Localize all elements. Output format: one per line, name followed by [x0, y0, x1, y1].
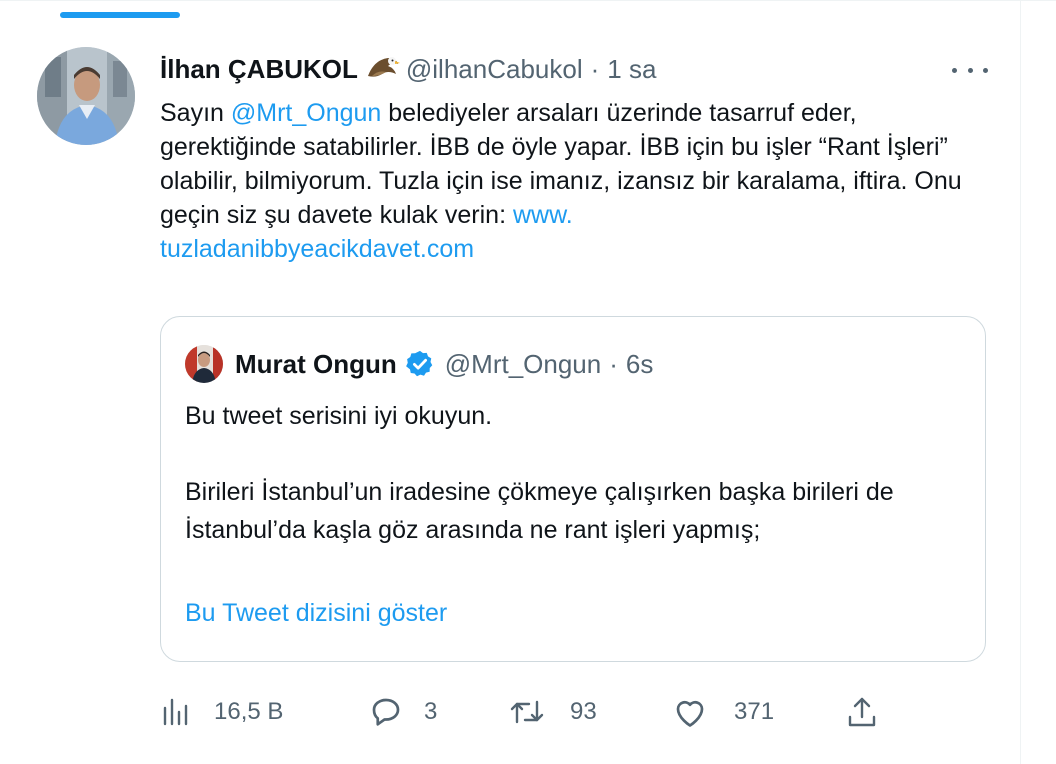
retweet-count: 93 [570, 698, 597, 725]
active-tab-indicator [60, 12, 180, 18]
eagle-emoji-icon [366, 54, 400, 84]
quoted-tweet-card[interactable]: Murat Ongun @Mrt_Ongun · 6s Bu tweet ser… [160, 316, 986, 662]
quoted-author-avatar[interactable] [185, 345, 223, 383]
verified-badge-icon [405, 349, 435, 379]
retweet-action[interactable]: 93 [508, 692, 597, 732]
views-count: 16,5 B [214, 698, 284, 725]
quoted-author-handle[interactable]: @Mrt_Ongun [445, 349, 601, 380]
views-action[interactable]: 16,5 B [160, 692, 283, 732]
tweet-body: Sayın @Mrt_Ongun belediyeler arsaları üz… [160, 96, 990, 266]
right-divider [1020, 0, 1021, 764]
author-avatar[interactable] [37, 47, 135, 145]
like-count: 371 [734, 698, 775, 725]
top-divider [0, 0, 1056, 1]
more-dots-icon[interactable] [952, 60, 988, 80]
quoted-text-line1: Bu tweet serisini iyi okuyun. [185, 402, 493, 430]
tweet-actions-bar: 16,5 B 3 93 371 [160, 692, 890, 732]
reply-count: 3 [424, 698, 438, 725]
share-upload-icon [846, 695, 878, 729]
retweet-icon [508, 696, 546, 728]
show-thread-link[interactable]: Bu Tweet dizisini göster [185, 599, 447, 628]
header-separator: · [590, 53, 600, 84]
author-display-name[interactable]: İlhan ÇABUKOL [160, 54, 358, 85]
quoted-author-display-name[interactable]: Murat Ongun [235, 349, 397, 380]
views-chart-icon [160, 696, 192, 728]
reply-action[interactable]: 3 [368, 692, 437, 732]
like-action[interactable]: 371 [672, 692, 774, 732]
quoted-text-line2: Birileri İstanbul’un iradesine çökmeye ç… [185, 478, 894, 544]
tweet-text-part1: Sayın [160, 99, 231, 127]
quoted-tweet-body: Bu tweet serisini iyi okuyun. Birileri İ… [185, 397, 965, 549]
reply-bubble-icon [368, 694, 404, 730]
quoted-tweet-header: Murat Ongun @Mrt_Ongun · 6s [235, 345, 653, 383]
share-action[interactable] [846, 692, 878, 732]
tweet-header: İlhan ÇABUKOL @ilhanCabukol · 1 sa [160, 52, 656, 86]
tweet-timestamp[interactable]: 1 sa [607, 54, 656, 85]
quoted-tweet-timestamp[interactable]: 6s [626, 349, 653, 380]
heart-icon [672, 695, 708, 729]
author-handle[interactable]: @ilhanCabukol [406, 54, 583, 85]
mention-link[interactable]: @Mrt_Ongun [231, 99, 381, 127]
quoted-header-separator: · [609, 348, 618, 379]
